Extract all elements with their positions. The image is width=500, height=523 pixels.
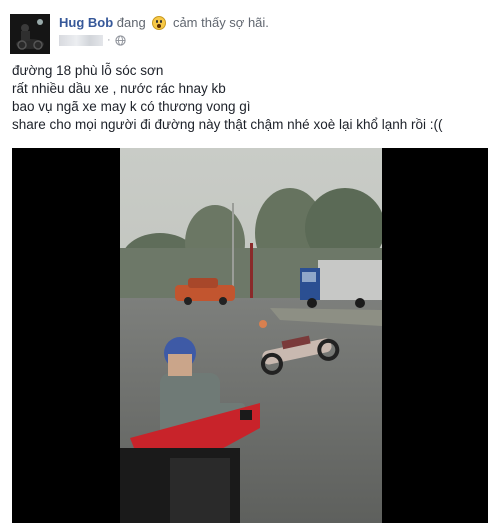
video-frame	[120, 148, 382, 523]
scared-face-emoji-icon	[152, 16, 167, 30]
post-text-line: share cho mọi người đi đường này thật ch…	[12, 117, 443, 132]
timestamp-redacted[interactable]	[59, 34, 103, 46]
activity-prefix: đang	[116, 15, 146, 30]
post-text-line: đường 18 phù lỗ sóc sơn	[12, 63, 164, 78]
avatar-image	[10, 14, 50, 54]
meta-separator: ·	[107, 34, 111, 46]
author-name[interactable]: Hug Bob	[59, 15, 113, 30]
post-meta: ·	[59, 34, 126, 46]
post-text: đường 18 phù lỗ sóc sơn rất nhiều dầu xe…	[12, 62, 443, 134]
globe-icon[interactable]	[115, 34, 126, 46]
post-text-line: rất nhiều dầu xe , nước rác hnay kb	[12, 81, 226, 96]
post-header: Hug Bob đang cảm thấy sợ hãi.	[59, 14, 269, 31]
post-text-line: bao vụ ngã xe may k có thương vong gì	[12, 99, 251, 114]
facebook-post: Hug Bob đang cảm thấy sợ hãi. · đường 18…	[0, 0, 500, 523]
video-player[interactable]	[12, 148, 488, 523]
avatar[interactable]	[10, 14, 50, 54]
feeling-text[interactable]: cảm thấy sợ hãi.	[173, 15, 269, 30]
